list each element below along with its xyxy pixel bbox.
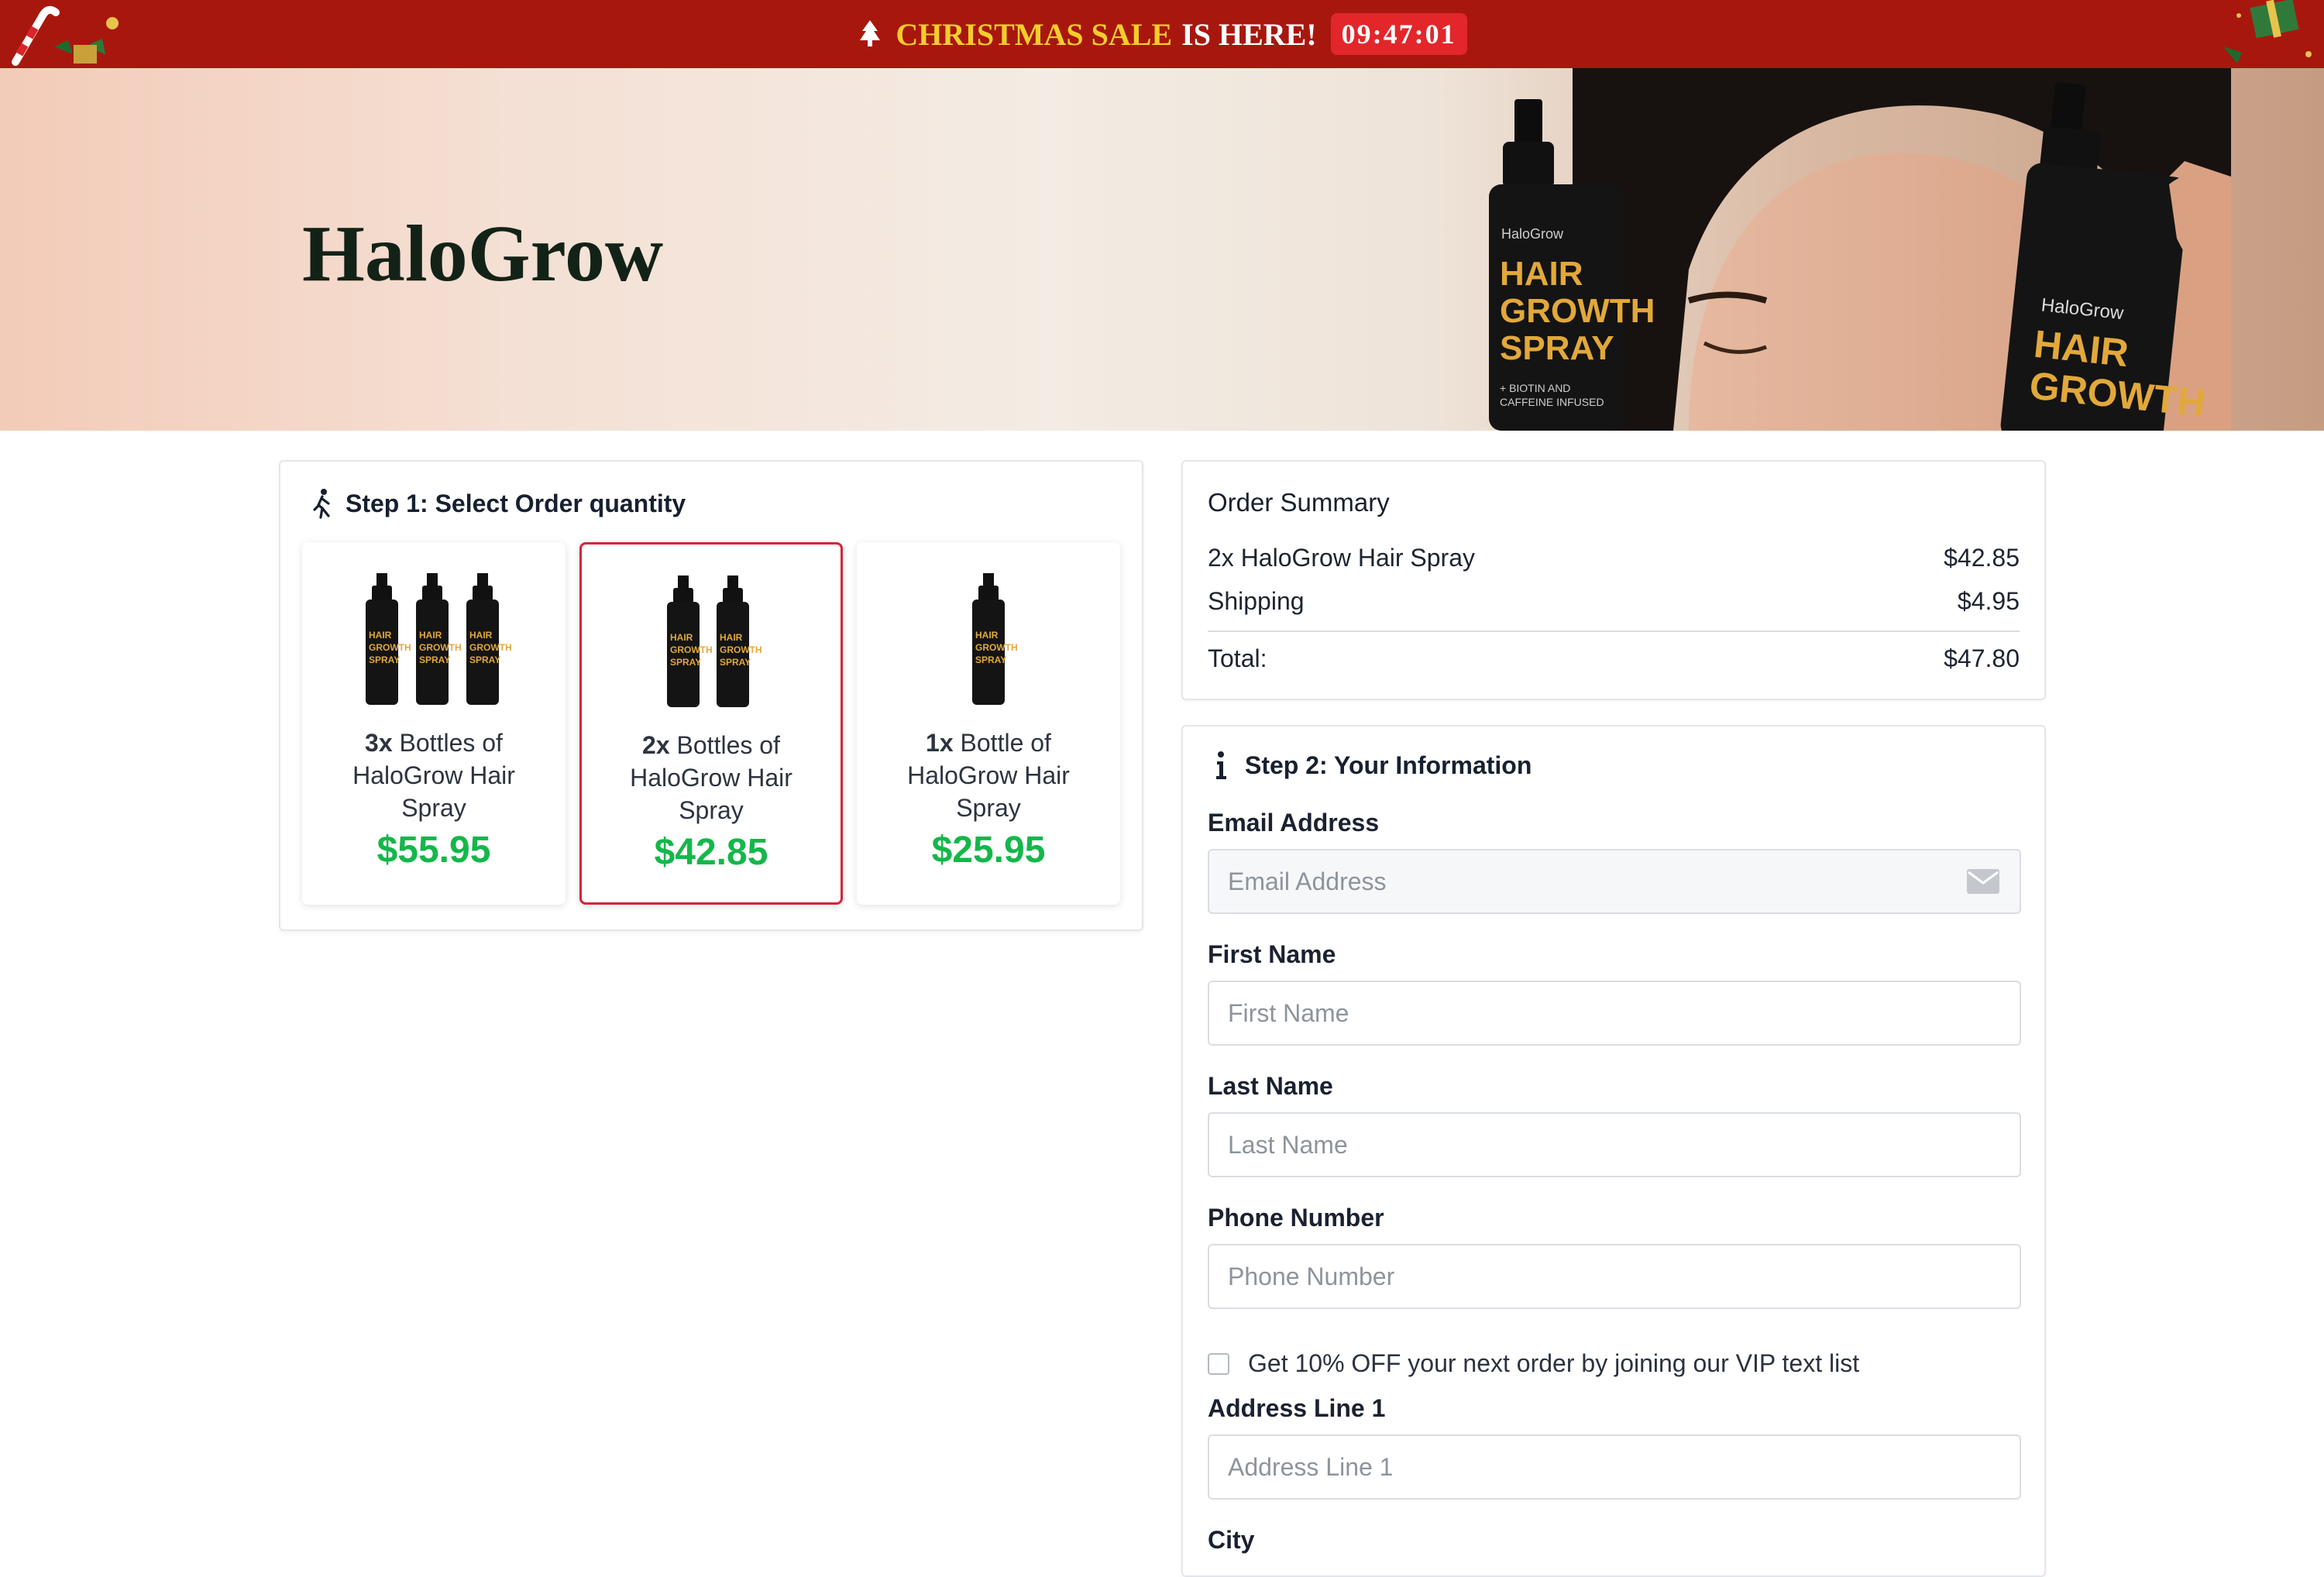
svg-text:HAIR: HAIR (419, 630, 442, 641)
svg-text:SPRAY: SPRAY (670, 657, 701, 668)
product-bottle-1-image: HAIR GROWTH SPRAY (972, 573, 1018, 705)
summary-item-price: $42.85 (1944, 544, 2020, 572)
step2-header: Step 2: Your Information (1208, 750, 1532, 781)
svg-text:GROWTH: GROWTH (369, 642, 411, 653)
bottle-line-1: HAIR (1500, 255, 1583, 293)
step1-title: Step 1: Select Order quantity (346, 489, 686, 517)
option-price: $25.95 (931, 830, 1046, 871)
summary-item-label: 2x HaloGrow Hair Spray (1208, 544, 1475, 572)
envelope-icon (1967, 869, 1999, 894)
step1-card: Step 1: Select Order quantity HAIR GROWT… (279, 460, 1143, 931)
quantity-option-1x[interactable]: HAIR GROWTH SPRAY 1x Bottle of HaloGrow … (857, 542, 1120, 905)
bottle-line-3: SPRAY (1500, 329, 1614, 367)
option-price: $55.95 (376, 830, 491, 871)
option-description: 1x Bottle of HaloGrow Hair Spray (872, 727, 1105, 824)
summary-shipping-price: $4.95 (1957, 587, 2020, 615)
email-input[interactable] (1208, 849, 2021, 914)
vip-opt-in[interactable]: Get 10% OFF your next order by joining o… (1208, 1349, 1859, 1378)
summary-divider (1208, 630, 2020, 632)
summary-title-text: Order Summary (1208, 488, 1390, 517)
candy-cane-decoration (0, 0, 132, 68)
option-description: 3x Bottles of HaloGrow Hair Spray (318, 727, 550, 824)
svg-text:HAIR: HAIR (670, 632, 693, 643)
info-icon (1216, 751, 1226, 779)
svg-text:GROWTH: GROWTH (975, 642, 1018, 653)
svg-text:SPRAY: SPRAY (419, 655, 450, 665)
summary-total-label: Total: (1208, 644, 1267, 672)
step2-card: Step 2: Your Information Email Address F… (1181, 725, 2046, 1577)
phone-input[interactable] (1208, 1244, 2021, 1309)
bottle-brand-text: HaloGrow (1501, 226, 1564, 242)
address1-label: Address Line 1 (1208, 1394, 1386, 1422)
bottle-sub-2: CAFFEINE INFUSED (1500, 396, 1604, 408)
quantity-option-2x[interactable]: HAIR GROWTH SPRAY HAIR GROWTH SPRAY 2x B… (579, 542, 843, 905)
christmas-tree-icon (860, 20, 881, 46)
svg-text:SPRAY: SPRAY (720, 657, 751, 668)
svg-text:GROWTH: GROWTH (469, 642, 512, 653)
svg-text:HAIR: HAIR (369, 630, 392, 641)
quantity-option-3x[interactable]: HAIR GROWTH SPRAY HAIR GROWTH SPRAY HAIR… (302, 542, 566, 905)
sale-text: IS HERE! (1181, 16, 1317, 52)
summary-total-price: $47.80 (1944, 644, 2020, 672)
sale-highlight: CHRISTMAS SALE (896, 16, 1173, 52)
svg-text:SPRAY: SPRAY (469, 655, 500, 665)
address1-input[interactable] (1208, 1434, 2021, 1500)
email-label: Email Address (1208, 809, 1380, 837)
product-bottles-2-image: HAIR GROWTH SPRAY HAIR GROWTH SPRAY (667, 575, 762, 707)
svg-text:SPRAY: SPRAY (975, 655, 1006, 665)
brand-logo: HaloGrow (302, 209, 664, 298)
svg-text:SPRAY: SPRAY (369, 655, 400, 665)
last-name-label: Last Name (1208, 1072, 1333, 1100)
svg-text:GROWTH: GROWTH (670, 644, 713, 655)
gift-decoration (2192, 0, 2324, 68)
bottle-line-2: GROWTH (1500, 292, 1655, 330)
option-price: $42.85 (654, 832, 768, 873)
summary-shipping-row: Shipping $4.95 (1208, 587, 2020, 616)
svg-text:HAIR: HAIR (975, 630, 999, 641)
summary-item-row: 2x HaloGrow Hair Spray $42.85 (1208, 544, 2020, 572)
option-qty: 2x (642, 731, 670, 759)
first-name-input[interactable] (1208, 981, 2021, 1046)
promo-banner: CHRISTMAS SALE IS HERE! 09:47:01 (0, 0, 2324, 68)
countdown-timer: 09:47:01 (1330, 13, 1467, 55)
svg-text:HAIR: HAIR (469, 630, 493, 641)
svg-text:GROWTH: GROWTH (720, 644, 762, 655)
summary-shipping-label: Shipping (1208, 587, 1305, 615)
city-label: City (1208, 1526, 1255, 1554)
order-summary-card: Order Summary 2x HaloGrow Hair Spray $42… (1181, 460, 2046, 700)
option-description: 2x Bottles of HaloGrow Hair Spray (597, 729, 825, 826)
svg-text:HAIR: HAIR (720, 632, 743, 643)
last-name-input[interactable] (1208, 1112, 2021, 1177)
option-qty: 1x (926, 729, 954, 757)
vip-text: Get 10% OFF your next order by joining o… (1248, 1349, 1860, 1377)
svg-text:GROWTH: GROWTH (419, 642, 462, 653)
first-name-label: First Name (1208, 940, 1336, 968)
bottle-sub-1: + BIOTIN AND (1500, 382, 1570, 394)
step2-title: Step 2: Your Information (1245, 751, 1532, 779)
step1-header: Step 1: Select Order quantity (308, 488, 686, 519)
vip-checkbox[interactable] (1208, 1352, 1229, 1375)
hero-image: HaloGrow HAIR GROWTH SPRAY + BIOTIN AND … (1489, 68, 2231, 431)
phone-label: Phone Number (1208, 1204, 1384, 1232)
walking-person-icon (313, 489, 330, 519)
summary-title: Order Summary (1208, 488, 1390, 517)
option-qty: 3x (365, 729, 393, 757)
product-bottles-3-image: HAIR GROWTH SPRAY HAIR GROWTH SPRAY HAIR… (366, 573, 512, 705)
hero-banner: HaloGrow HaloGrow HAIR GROWTH SPRAY + BI… (0, 68, 2324, 431)
summary-total-row: Total: $47.80 (1208, 644, 2020, 673)
